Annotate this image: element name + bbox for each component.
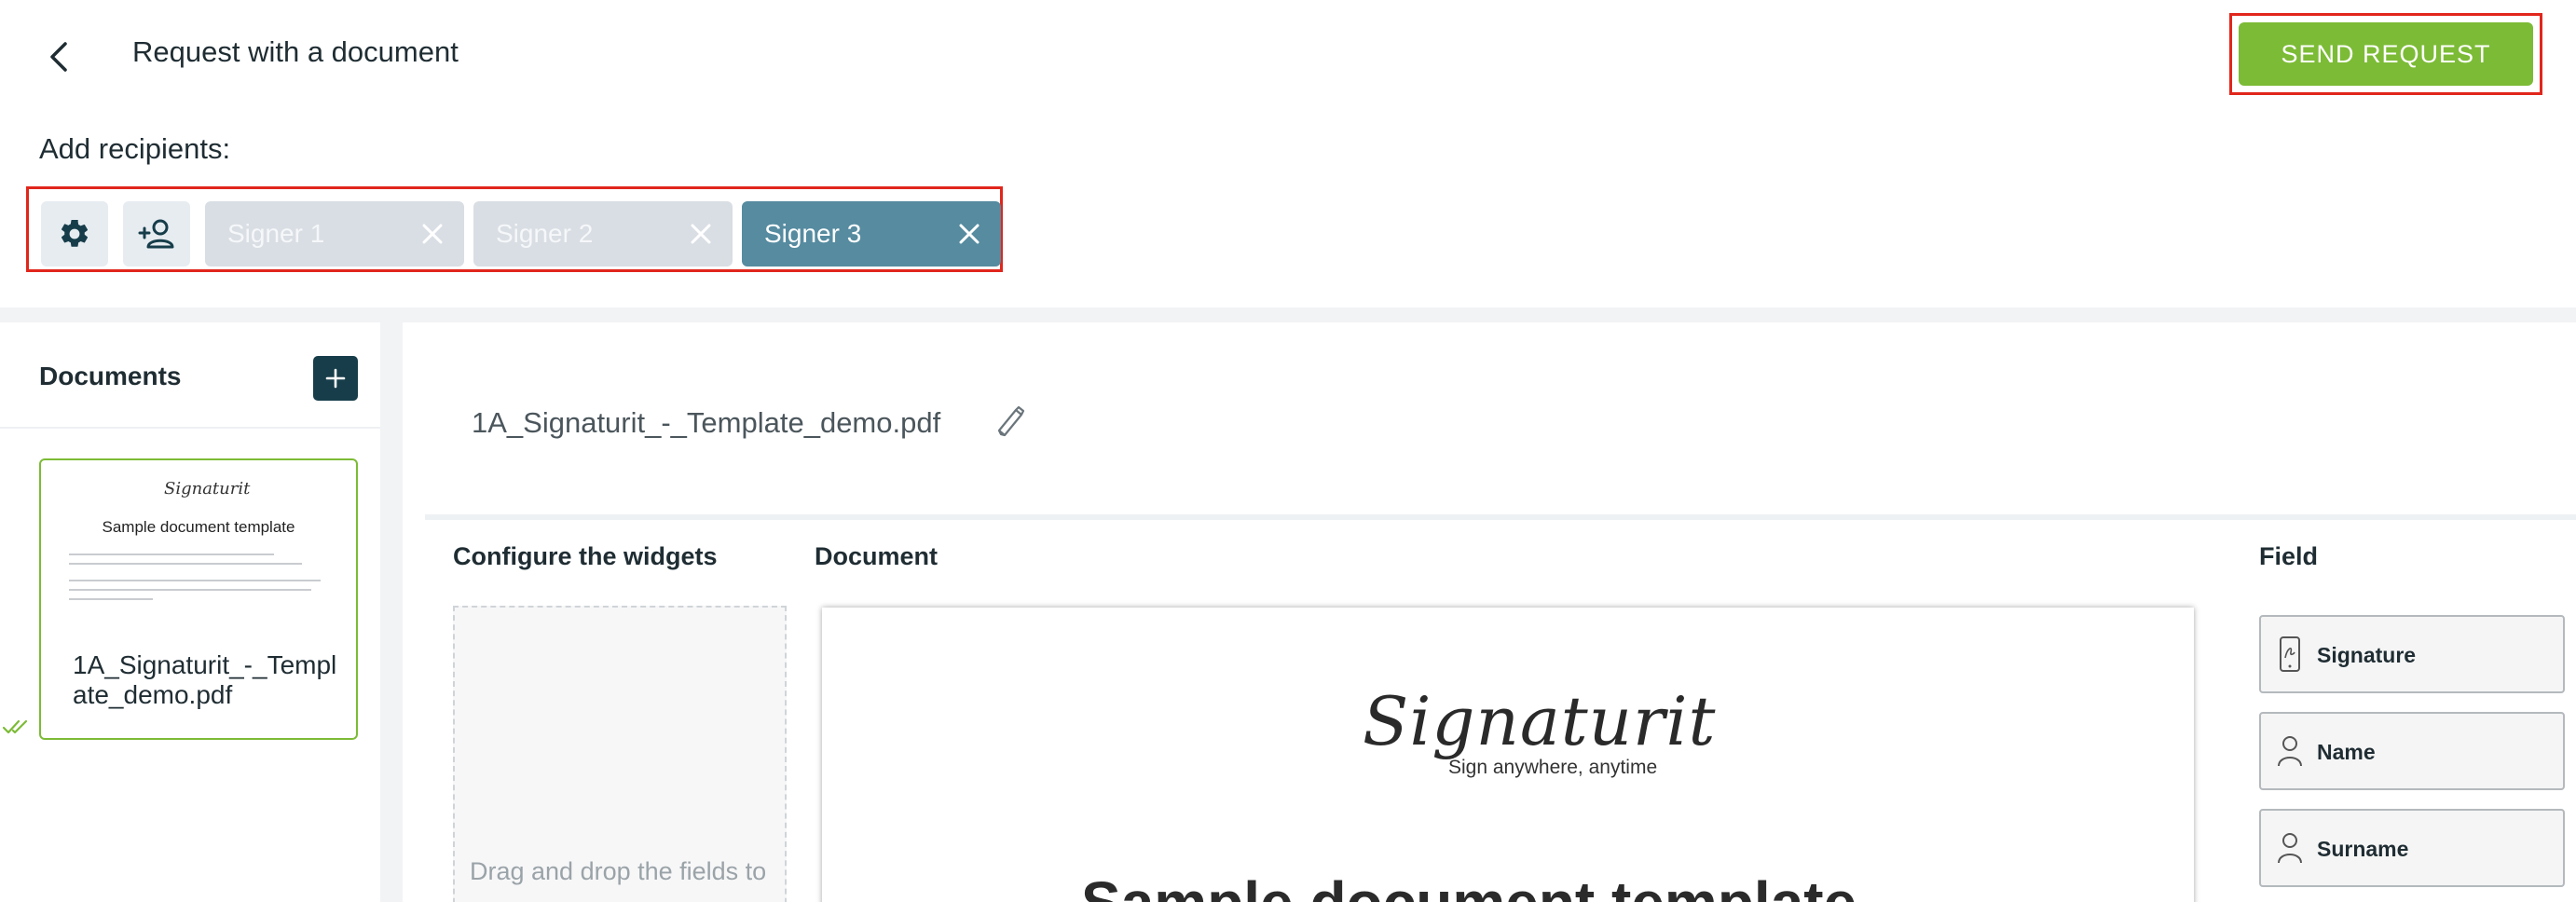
document-card-name: 1A_Signaturit_-_Template_demo.pdf	[73, 650, 337, 709]
document-card[interactable]: Signaturit Sample document template 1A_S…	[39, 458, 358, 740]
document-logo: Signaturit	[1363, 682, 1717, 760]
field-label: Signature	[2317, 643, 2417, 667]
field-signature[interactable]: Signature	[2259, 615, 2565, 693]
field-title: Field	[2259, 542, 2319, 570]
pencil-icon[interactable]	[992, 403, 1029, 440]
close-icon[interactable]	[956, 221, 982, 247]
document-tagline: Sign anywhere, anytime	[1448, 757, 1658, 778]
close-icon[interactable]	[688, 221, 714, 247]
main-divider	[425, 514, 2576, 520]
signer-chip-label: Signer 3	[764, 219, 862, 248]
thumbnail-text-line	[69, 563, 302, 565]
signature-icon	[2280, 636, 2300, 672]
field-name[interactable]: Name	[2259, 712, 2565, 790]
signer-chip-2[interactable]: Signer 2	[473, 201, 733, 266]
add-person-icon	[138, 219, 174, 249]
page-title: Request with a document	[132, 35, 459, 68]
field-surname[interactable]: Surname	[2259, 809, 2565, 887]
plus-icon	[325, 368, 346, 389]
back-button[interactable]	[35, 34, 82, 80]
thumbnail-text-line	[69, 589, 311, 591]
main-editor: 1A_Signaturit_-_Template_demo.pdf Config…	[425, 322, 2576, 902]
recipient-settings-button[interactable]	[41, 201, 108, 266]
send-request-button[interactable]: SEND REQUEST	[2239, 22, 2533, 86]
send-request-highlight: SEND REQUEST	[2229, 13, 2542, 95]
back-chevron-icon	[50, 42, 67, 72]
close-icon[interactable]	[419, 221, 445, 247]
documents-divider	[0, 427, 380, 429]
thumbnail-text-line	[69, 554, 274, 555]
thumbnail-logo: Signaturit	[164, 479, 251, 499]
person-icon	[2278, 833, 2302, 864]
field-label: Name	[2317, 740, 2376, 764]
section-separator	[0, 308, 2576, 322]
add-recipients-label: Add recipients:	[39, 132, 231, 165]
drop-hint: Drag and drop the fields to	[470, 857, 767, 885]
recipients-bar: Signer 1 Signer 2 Signer 3	[26, 186, 1003, 272]
signer-chip-3[interactable]: Signer 3	[742, 201, 1001, 266]
document-page[interactable]: Signaturit Sign anywhere, anytime Sample…	[822, 608, 2194, 902]
gear-icon	[61, 219, 89, 247]
thumbnail-title: Sample document template	[102, 518, 295, 536]
signer-chip-label: Signer 2	[496, 219, 594, 248]
signer-chip-1[interactable]: Signer 1	[205, 201, 464, 266]
add-recipient-button[interactable]	[123, 201, 190, 266]
add-document-button[interactable]	[313, 356, 358, 401]
documents-panel: Documents Signaturit Sample document tem…	[0, 322, 403, 902]
thumbnail-text-line	[69, 598, 153, 600]
documents-title: Documents	[39, 362, 182, 390]
person-icon	[2278, 736, 2302, 767]
configure-widgets-title: Configure the widgets	[453, 542, 718, 570]
signer-chip-label: Signer 1	[227, 219, 325, 248]
document-title: Document	[815, 542, 939, 570]
thumbnail-text-line	[69, 580, 321, 581]
double-check-icon	[2, 719, 28, 734]
document-heading: Sample document template	[1081, 868, 1857, 902]
widget-drop-zone[interactable]: Drag and drop the fields to	[453, 606, 787, 902]
file-name: 1A_Signaturit_-_Template_demo.pdf	[472, 406, 941, 439]
field-label: Surname	[2317, 837, 2409, 861]
